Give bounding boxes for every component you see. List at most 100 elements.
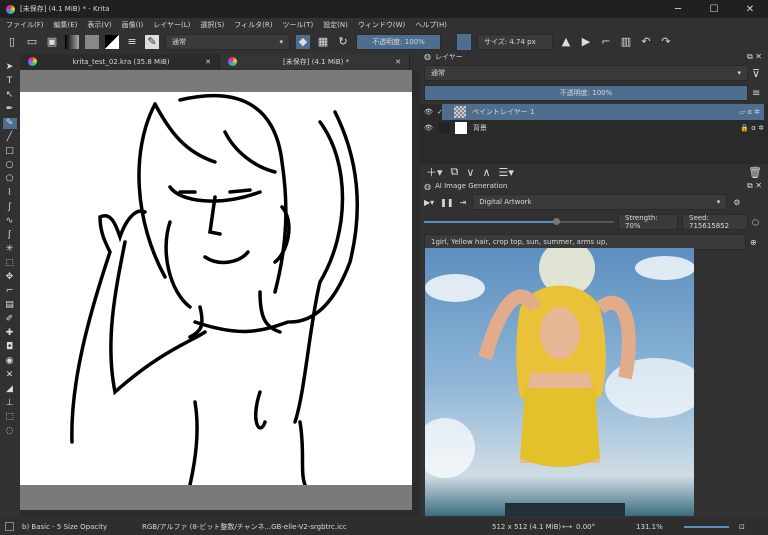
brush-name[interactable]: b) Basic - 5 Size Opacity — [22, 523, 142, 531]
eraser-mode-icon[interactable]: ◆ — [296, 34, 310, 49]
visibility-eye-icon[interactable]: 👁 — [424, 124, 433, 132]
calligraphy-icon[interactable]: ✒ — [6, 104, 14, 115]
style-select[interactable]: Digital Artwork ▾ — [472, 194, 728, 210]
size-slider[interactable]: サイズ: 4.74 px — [477, 33, 553, 50]
strength-slider[interactable] — [424, 218, 614, 225]
canvas-area[interactable] — [20, 70, 412, 510]
brush-tool-icon[interactable]: ✎ — [2, 118, 17, 129]
layer-checkbox[interactable]: ✓ — [437, 108, 443, 116]
add-region-icon[interactable]: ⊕ — [750, 238, 757, 247]
delete-layer-icon[interactable]: 🗑 — [748, 166, 768, 179]
brush-presets-icon[interactable]: ≡ — [125, 35, 139, 49]
filter-icon[interactable]: ⊽ — [752, 67, 760, 80]
menu-filter[interactable]: フィルタ(R) — [234, 20, 272, 30]
save-icon[interactable]: ▣ — [45, 35, 59, 49]
generate-button[interactable]: ▶▾ — [424, 198, 434, 207]
zoom-slider[interactable] — [684, 525, 730, 528]
gradient-tool-icon[interactable]: ▤ — [5, 300, 14, 311]
menu-help[interactable]: ヘルプ(H) — [415, 20, 447, 30]
ellipse-select-icon[interactable]: ◌ — [6, 426, 14, 437]
layer-blend-mode-select[interactable]: 通常 ▾ — [424, 65, 748, 81]
edit-shapes-icon[interactable]: ↖ — [6, 90, 14, 101]
fill-tool-icon[interactable]: ◘ — [6, 342, 13, 353]
vertical-scrollbar[interactable] — [412, 70, 420, 510]
float-close-icon[interactable]: ⧉ ✕ — [747, 52, 762, 62]
undo-icon[interactable]: ↶ — [639, 35, 653, 49]
fit-screen-icon[interactable]: ⊡ — [739, 523, 745, 531]
duplicate-layer-icon[interactable]: ⧉ — [451, 165, 459, 179]
move-down-icon[interactable]: ∨ — [466, 166, 474, 179]
menu-select[interactable]: 選択(S) — [200, 20, 224, 30]
menu-edit[interactable]: 編集(E) — [54, 20, 78, 30]
menu-window[interactable]: ウィンドウ(W) — [358, 20, 405, 30]
crop-icon[interactable]: ⌐ — [599, 35, 613, 49]
strength-input[interactable]: Strength: 70% — [618, 214, 678, 230]
freehand-path-icon[interactable]: ∿ — [6, 216, 14, 227]
enclose-fill-icon[interactable]: ◉ — [6, 356, 14, 367]
polygon-tool-icon[interactable]: ⬠ — [6, 174, 14, 185]
reload-preset-icon[interactable]: ↻ — [336, 35, 350, 49]
visibility-eye-icon[interactable]: 👁 — [424, 108, 433, 116]
bezier-tool-icon[interactable]: ∫ — [7, 202, 12, 213]
horizontal-scrollbar[interactable] — [20, 510, 420, 517]
pattern-icon[interactable] — [85, 34, 99, 49]
rotation-value[interactable]: 0.00° — [576, 523, 636, 531]
redo-icon[interactable]: ↷ — [659, 35, 673, 49]
mirror-horizontal-icon[interactable]: ▲ — [559, 35, 573, 49]
pause-button[interactable]: ❚❚ — [440, 198, 453, 207]
float-close-icon[interactable]: ⧉ ✕ — [747, 181, 762, 191]
assistant-tool-icon[interactable]: ✕ — [6, 370, 14, 381]
open-folder-icon[interactable]: ▭ — [25, 35, 39, 49]
wrap-around-icon[interactable]: ▥ — [619, 35, 633, 49]
layer-menu-icon[interactable]: ≡ — [752, 88, 760, 99]
alpha-lock-icon[interactable]: ▦ — [316, 35, 330, 49]
maximize-button[interactable]: ☐ — [696, 0, 732, 18]
gradient-icon[interactable] — [65, 34, 79, 49]
menu-settings[interactable]: 設定(N) — [323, 20, 348, 30]
menu-image[interactable]: 画像(I) — [122, 20, 144, 30]
move-up-icon[interactable]: ∧ — [482, 166, 490, 179]
smart-patch-icon[interactable]: ✚ — [6, 328, 14, 339]
rectangle-tool-icon[interactable]: □ — [5, 146, 14, 157]
tab-krita-test[interactable]: krita_test_02.kra (35.8 MiB) ✕ — [20, 54, 220, 69]
add-layer-icon[interactable]: ＋▾ — [426, 164, 443, 180]
multibrush-icon[interactable]: ✳ — [6, 244, 14, 255]
select-tool-icon[interactable]: ➤ — [6, 62, 14, 73]
minimize-button[interactable]: ─ — [660, 0, 696, 18]
close-tab-icon[interactable]: ✕ — [205, 58, 211, 66]
seed-input[interactable]: Seed: 715615852 — [682, 214, 748, 230]
close-tab-icon[interactable]: ✕ — [395, 58, 401, 66]
menu-file[interactable]: ファイル(F) — [6, 20, 44, 30]
transform-tool-icon[interactable]: ⬚ — [5, 258, 14, 269]
polyline-tool-icon[interactable]: ⌇ — [7, 188, 11, 199]
apply-icon[interactable]: ⇥ — [460, 198, 467, 207]
color-swap-icon[interactable] — [105, 34, 119, 49]
color-picker-icon[interactable]: ✐ — [6, 314, 14, 325]
rotation-icon[interactable]: ⟷ — [562, 523, 572, 531]
layer-row[interactable]: 👁 ✓ ペイントレイヤー 1 ▱ α ✲ — [424, 104, 764, 120]
crop-tool-icon[interactable]: ⌐ — [6, 286, 14, 297]
menu-tools[interactable]: ツール(T) — [282, 20, 313, 30]
blend-mode-select[interactable]: 通常 ▾ — [165, 33, 290, 50]
measure-tool-icon[interactable]: ◢ — [6, 384, 13, 395]
color-space[interactable]: RGB/アルファ (8-ビット整数/チャンネ...GB-elle-V2-srgb… — [142, 522, 492, 532]
opacity-slider[interactable]: 不透明度: 100% — [356, 33, 441, 50]
ellipse-tool-icon[interactable]: ○ — [6, 160, 14, 171]
random-seed-icon[interactable]: ⬡ — [752, 218, 759, 227]
mirror-vertical-icon[interactable]: ▶ — [579, 35, 593, 49]
brush-preset-icon[interactable]: ✎ — [145, 34, 159, 49]
layer-checkbox[interactable] — [438, 123, 449, 133]
lock-icon[interactable]: 🔒 α ✲ — [740, 124, 768, 132]
menu-view[interactable]: 表示(V) — [87, 20, 111, 30]
text-tool-icon[interactable]: T — [7, 76, 13, 87]
settings-icon[interactable]: ⚙ — [733, 198, 740, 207]
layer-opacity-slider[interactable]: 不透明度: 100% — [424, 85, 748, 101]
layer-properties-icons[interactable]: ▱ α ✲ — [740, 108, 764, 116]
rect-select-icon[interactable]: ⬚ — [5, 412, 14, 423]
line-tool-icon[interactable]: ╱ — [7, 132, 12, 143]
dynamic-brush-icon[interactable]: ʃ — [8, 230, 11, 241]
close-button[interactable]: ✕ — [732, 0, 768, 18]
tab-unsaved[interactable]: [未保存] (4.1 MiB) * ✕ — [220, 54, 410, 69]
new-document-icon[interactable]: ▯ — [5, 35, 19, 49]
generated-image-preview[interactable] — [425, 248, 694, 516]
